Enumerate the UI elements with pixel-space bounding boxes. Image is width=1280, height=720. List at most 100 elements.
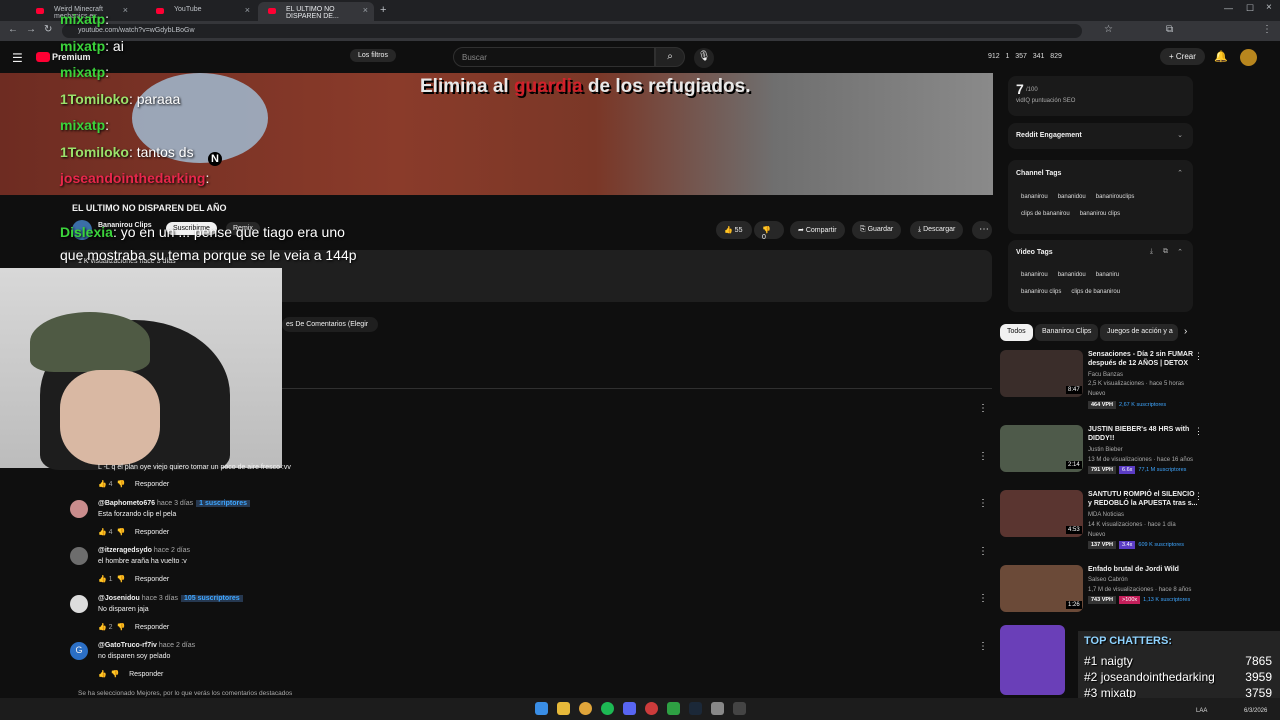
recommended-video[interactable]: 8:47 Sensaciones - Día 2 sin FUMAR despu… bbox=[1000, 350, 1200, 414]
tag[interactable]: bananirou clips bbox=[1016, 285, 1066, 299]
comment-author[interactable]: @Josenidou bbox=[98, 595, 140, 602]
system-date[interactable]: 6/3/2026 bbox=[1244, 708, 1267, 714]
tag[interactable]: bananirou bbox=[1016, 190, 1053, 204]
chevron-up-icon[interactable]: ⌃ bbox=[1177, 169, 1183, 177]
download-icon[interactable]: ⤓ bbox=[1150, 248, 1153, 256]
search-button[interactable]: ⌕ bbox=[655, 47, 685, 67]
close-tab-icon[interactable]: × bbox=[363, 5, 368, 15]
tag[interactable]: bananirou bbox=[1016, 268, 1053, 282]
file-explorer-icon[interactable] bbox=[557, 702, 570, 715]
more-options-icon[interactable]: ⋮ bbox=[978, 546, 988, 557]
download-button[interactable]: ⤓ Descargar bbox=[910, 221, 964, 239]
dislike-button[interactable]: 👎 0 bbox=[754, 221, 784, 241]
more-options-icon[interactable]: ⋮ bbox=[1194, 426, 1203, 437]
more-options-icon[interactable]: ⋮ bbox=[1194, 351, 1203, 362]
hamburger-menu-icon[interactable]: ☰ bbox=[12, 51, 23, 65]
steam-icon[interactable] bbox=[689, 702, 702, 715]
chip-games[interactable]: Juegos de acción y a bbox=[1100, 324, 1178, 341]
extensions-icon[interactable]: ⧉ bbox=[1166, 24, 1173, 35]
browser-tab[interactable]: YouTube × bbox=[146, 2, 256, 21]
chrome-icon[interactable] bbox=[579, 702, 592, 715]
tag[interactable]: clips de bananirou bbox=[1066, 285, 1125, 299]
bookmark-star-icon[interactable]: ☆ bbox=[1104, 24, 1113, 35]
more-options-icon[interactable]: ⋮ bbox=[978, 403, 988, 414]
avatar[interactable] bbox=[70, 500, 88, 518]
avatar[interactable] bbox=[70, 595, 88, 613]
tag[interactable]: bananirouclips bbox=[1091, 190, 1140, 204]
voice-search-button[interactable]: 🎙 bbox=[694, 48, 714, 68]
reply-button[interactable]: Responder bbox=[135, 624, 169, 631]
close-tab-icon[interactable]: × bbox=[123, 5, 128, 15]
thumbs-up-icon[interactable]: 👍 bbox=[98, 671, 107, 678]
comment-author[interactable]: @GatoTruco-rf7iv bbox=[98, 642, 157, 649]
avatar[interactable] bbox=[1240, 49, 1257, 66]
forward-icon[interactable]: → bbox=[26, 24, 36, 35]
copy-icon[interactable]: ⧉ bbox=[1163, 248, 1168, 256]
thumbs-up-icon[interactable]: 👍 bbox=[98, 481, 107, 488]
chevron-down-icon[interactable]: ⌄ bbox=[1177, 131, 1183, 139]
reply-button[interactable]: Responder bbox=[129, 671, 163, 678]
notifications-bell-icon[interactable]: 🔔 bbox=[1214, 50, 1228, 63]
recommended-video[interactable] bbox=[1000, 625, 1070, 695]
thumbs-up-icon[interactable]: 👍 bbox=[98, 624, 107, 631]
comment-sort-dropdown[interactable]: es De Comentarios (Elegir bbox=[282, 317, 378, 332]
like-button[interactable]: 👍 55 bbox=[716, 221, 752, 239]
more-options-icon[interactable]: ⋮ bbox=[978, 451, 988, 462]
save-button[interactable]: ⎘ Guardar bbox=[852, 221, 902, 239]
recommended-video[interactable]: 2:14 JUSTIN BIEBER's 48 HRS with DIDDY!!… bbox=[1000, 425, 1200, 475]
reply-button[interactable]: Responder bbox=[135, 481, 169, 488]
video-thumbnail[interactable] bbox=[1000, 625, 1065, 695]
search-input[interactable]: Buscar bbox=[453, 47, 655, 67]
recommended-video[interactable]: 4:53 SANTUTU ROMPIÓ el SILENCIO y REDOBL… bbox=[1000, 490, 1200, 550]
tag[interactable]: bananidou bbox=[1053, 268, 1091, 282]
more-options-icon[interactable]: ⋮ bbox=[978, 593, 988, 604]
tag[interactable]: bananidou bbox=[1053, 190, 1091, 204]
chevron-right-icon[interactable]: › bbox=[1184, 326, 1187, 337]
reply-button[interactable]: Responder bbox=[135, 576, 169, 583]
back-icon[interactable]: ← bbox=[8, 24, 18, 35]
input-language[interactable]: LAA bbox=[1196, 708, 1207, 714]
thumbs-down-icon[interactable]: 👎 bbox=[111, 671, 120, 678]
more-actions-button[interactable]: ⋯ bbox=[972, 221, 992, 239]
thumbs-down-icon[interactable]: 👎 bbox=[116, 481, 125, 488]
more-options-icon[interactable]: ⋮ bbox=[978, 641, 988, 652]
chip-all[interactable]: Todos bbox=[1000, 324, 1033, 341]
tag[interactable]: clips de bananirou bbox=[1016, 207, 1075, 221]
tag[interactable]: bananiru bbox=[1091, 268, 1124, 282]
reddit-engagement-card[interactable]: Reddit Engagement ⌄ bbox=[1008, 123, 1193, 149]
more-options-icon[interactable]: ⋮ bbox=[1194, 491, 1203, 502]
recommended-video[interactable]: 1:26 Enfado brutal de Jordi Wild Salseo … bbox=[1000, 565, 1200, 615]
maximize-button[interactable]: ☐ bbox=[1246, 3, 1254, 14]
avatar[interactable]: G bbox=[70, 642, 88, 660]
thumbs-down-icon[interactable]: 👎 bbox=[116, 576, 125, 583]
app-icon[interactable] bbox=[733, 702, 746, 715]
app-icon[interactable] bbox=[667, 702, 680, 715]
filters-button[interactable]: Los filtros bbox=[350, 49, 396, 62]
browser-tab-active[interactable]: EL ULTIMO NO DISPAREN DE... × bbox=[258, 2, 374, 21]
new-tab-button[interactable]: + bbox=[380, 4, 386, 16]
create-button[interactable]: + Crear bbox=[1160, 48, 1205, 65]
reload-icon[interactable]: ↻ bbox=[44, 24, 52, 35]
spotify-icon[interactable] bbox=[601, 702, 614, 715]
youtube-logo-icon[interactable] bbox=[36, 52, 50, 62]
more-options-icon[interactable]: ⋮ bbox=[978, 498, 988, 509]
comment-author[interactable]: @Baphometo676 bbox=[98, 500, 155, 507]
chip-channel[interactable]: Bananirou Clips bbox=[1035, 324, 1099, 341]
chevron-up-icon[interactable]: ⌃ bbox=[1177, 248, 1183, 256]
thumbs-down-icon[interactable]: 👎 bbox=[116, 624, 125, 631]
minimize-button[interactable]: — bbox=[1224, 3, 1233, 13]
thumbs-up-icon[interactable]: 👍 bbox=[98, 576, 107, 583]
thumbs-down-icon[interactable]: 👎 bbox=[116, 529, 125, 536]
avatar[interactable] bbox=[70, 547, 88, 565]
discord-icon[interactable] bbox=[623, 702, 636, 715]
browser-menu-icon[interactable]: ⋮ bbox=[1262, 24, 1272, 35]
windows-start-icon[interactable] bbox=[535, 702, 548, 715]
close-tab-icon[interactable]: × bbox=[245, 5, 250, 15]
comment-author[interactable]: @itzeragedsydo bbox=[98, 547, 152, 554]
tag[interactable]: bananirou clips bbox=[1075, 207, 1125, 221]
url-field[interactable]: youtube.com/watch?v=wGdybLBoGw bbox=[62, 24, 1082, 38]
app-icon[interactable] bbox=[711, 702, 724, 715]
obs-icon[interactable] bbox=[645, 702, 658, 715]
share-button[interactable]: ➦ Compartir bbox=[790, 221, 845, 239]
close-window-button[interactable]: × bbox=[1266, 2, 1272, 13]
